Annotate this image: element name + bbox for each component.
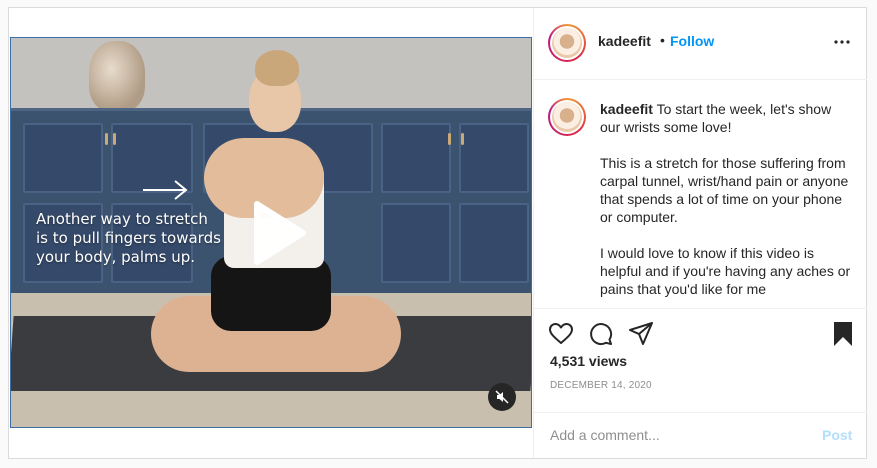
heart-icon[interactable]	[548, 321, 574, 347]
post-sidebar: kadeefit • Follow kadeefit To start the …	[533, 8, 867, 458]
caption-paragraph: I would love to know if this video is he…	[600, 245, 851, 297]
caption-username[interactable]: kadeefit	[600, 101, 653, 117]
caption-section: kadeefit To start the week, let's show o…	[534, 80, 867, 308]
video-player[interactable]: Another way to stretch is to pull finger…	[10, 37, 532, 428]
more-options-icon[interactable]	[830, 34, 854, 50]
post-date[interactable]: DECEMBER 14, 2020	[550, 380, 652, 391]
arrow-right-icon	[143, 180, 188, 200]
video-caption-overlay: Another way to stretch is to pull finger…	[36, 210, 221, 266]
volume-muted-icon[interactable]	[488, 383, 516, 411]
post-comment-button[interactable]: Post	[822, 427, 852, 443]
author-username[interactable]: kadeefit	[598, 33, 651, 49]
video-scene-vase	[89, 41, 145, 111]
media-panel: Another way to stretch is to pull finger…	[9, 8, 533, 458]
bookmark-icon[interactable]	[830, 321, 856, 347]
caption-text: kadeefit To start the week, let's show o…	[600, 100, 852, 308]
separator-dot: •	[660, 32, 665, 48]
post-card: Another way to stretch is to pull finger…	[8, 7, 867, 459]
author-avatar[interactable]	[548, 24, 586, 62]
play-icon[interactable]	[237, 196, 311, 270]
paper-plane-icon[interactable]	[628, 321, 654, 347]
comment-icon[interactable]	[588, 321, 614, 347]
caption-avatar[interactable]	[548, 98, 586, 136]
post-header: kadeefit • Follow	[534, 8, 867, 80]
caption-paragraph: This is a stretch for those suffering fr…	[600, 155, 849, 225]
view-count[interactable]: 4,531 views	[550, 353, 627, 369]
comment-form: Post	[534, 412, 867, 458]
follow-button[interactable]: Follow	[670, 33, 714, 49]
comment-input[interactable]	[550, 425, 780, 445]
